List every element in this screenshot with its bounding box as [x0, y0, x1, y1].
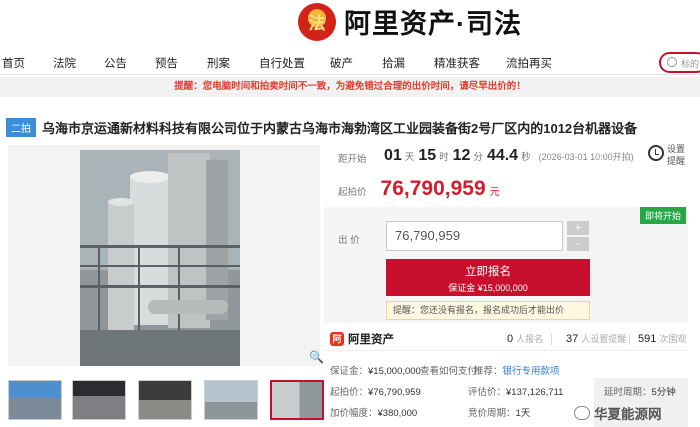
lot-title-row: 二拍 乌海市京运通新材料科技有限公司位于内蒙古乌海市海勃湾区工业园装备街2号厂区… — [6, 117, 666, 137]
search-icon — [667, 57, 677, 67]
nav-item-bargain[interactable]: 拾漏 — [382, 55, 405, 71]
bid-cycle-info: 竞价周期：1天 — [468, 408, 531, 419]
nav-item-home[interactable]: 首页 — [2, 55, 25, 71]
increase-bid-button[interactable]: + — [567, 221, 589, 235]
thumbnail-3[interactable] — [138, 380, 192, 420]
bid-stepper: + - — [567, 221, 589, 251]
auction-info-panel: 距开始 01 天 15 时 12 分 44.4 秒 (2026-03-01 10… — [324, 143, 688, 427]
register-now-label: 立即报名 — [465, 266, 511, 278]
main-nav: 首页 法院 公告 预告 刑案 自行处置 破产 拾漏 精准获客 流拍再买 — [0, 49, 700, 75]
set-reminder-button[interactable]: 设置提醒 — [646, 143, 686, 177]
countdown-row: 距开始 01 天 15 时 12 分 44.4 秒 (2026-03-01 10… — [324, 143, 688, 173]
countdown-timer: 01 天 15 时 12 分 44.4 秒 (2026-03-01 10:00开… — [384, 147, 634, 165]
ali-asset-logo-icon: 阿 — [330, 332, 344, 346]
search-box[interactable]: 标的 — [659, 52, 700, 73]
how-to-pay-link[interactable]: 查看如何支付 — [420, 363, 477, 377]
status-badge: 即将开始 — [639, 207, 686, 224]
delay-period-info: 延时周期：5分钟 — [604, 387, 676, 398]
watermark-text: 华夏能源网 — [594, 407, 662, 422]
start-price-info: 起拍价：¥76,790,959 — [330, 387, 421, 398]
divider — [629, 333, 630, 345]
court-emblem-icon: 法 — [298, 2, 336, 41]
lot-title: 乌海市京运通新材料科技有限公司位于内蒙古乌海市海勃湾区工业园装备街2号厂区内的1… — [42, 120, 638, 136]
bid-label: 出 价 — [338, 235, 360, 246]
countdown-hours-unit: 时 — [439, 152, 449, 163]
thumbnail-strip — [8, 380, 328, 422]
countdown-days: 01 — [384, 147, 402, 164]
factory-photo-image — [80, 150, 240, 366]
bid-amount-input[interactable]: 76,790,959 — [386, 221, 563, 251]
top-header: 法 阿里资产·司法 — [0, 0, 700, 46]
nav-item-relist[interactable]: 流拍再买 — [506, 55, 552, 71]
start-price-row: 起拍价 76,790,959 元 — [338, 177, 500, 201]
thumbnail-4[interactable] — [204, 380, 258, 420]
auction-start-time: (2026-03-01 10:00开拍) — [538, 152, 634, 162]
start-price-unit: 元 — [489, 187, 500, 198]
deposit-info: 保证金：¥15,000,000 — [330, 366, 421, 377]
countdown-seconds-unit: 秒 — [521, 152, 531, 163]
search-placeholder: 标的 — [681, 59, 700, 69]
countdown-label: 距开始 — [338, 154, 367, 165]
nav-item-precise-leads[interactable]: 精准获客 — [434, 55, 480, 71]
countdown-seconds: 44.4 — [486, 147, 519, 164]
recommend-info: 推荐：银行专用款项 — [474, 366, 560, 377]
zoom-icon[interactable]: 🔍 — [309, 350, 324, 364]
signup-count: 0 人报名 — [507, 333, 544, 345]
main-lot-photo[interactable] — [8, 145, 320, 366]
start-price-label: 起拍价 — [338, 187, 367, 198]
thumbnail-1[interactable] — [8, 380, 62, 420]
platform-name: 阿里资产 — [348, 334, 394, 346]
appraisal-price-info: 评估价：¥137,126,711 — [468, 387, 564, 398]
start-price-value: 76,790,959 — [380, 177, 486, 200]
bid-box: 即将开始 出 价 76,790,959 + - 立即报名 保证金 ¥15,000… — [324, 207, 688, 323]
thumbnail-2[interactable] — [72, 380, 126, 420]
time-warning-notice: 提醒：您电脑时间和拍卖时间不一致，为避免错过合理的出价时间，请尽早出价的！ — [0, 77, 700, 97]
countdown-days-unit: 天 — [404, 152, 415, 163]
nav-item-criminal[interactable]: 刑案 — [207, 55, 230, 71]
countdown-minutes-unit: 分 — [473, 152, 483, 163]
register-now-button[interactable]: 立即报名 保证金 ¥15,000,000 — [386, 259, 590, 296]
auction-round-badge: 二拍 — [6, 117, 36, 137]
nav-item-self-disposal[interactable]: 自行处置 — [259, 55, 305, 71]
stats-row: 阿 阿里资产 0 人报名 37 人设置提醒 591 次围观 — [324, 329, 688, 351]
countdown-minutes: 12 — [452, 147, 471, 164]
view-count: 591 次围观 — [638, 333, 687, 345]
nav-item-announcement[interactable]: 公告 — [104, 55, 127, 71]
bank-special-link[interactable]: 银行专用款项 — [503, 366, 560, 377]
site-logo[interactable]: 法 阿里资产·司法 — [298, 2, 522, 41]
increment-info: 加价幅度：¥380,000 — [330, 408, 418, 419]
set-reminder-label: 设置提醒 — [667, 144, 686, 166]
decrease-bid-button[interactable]: - — [567, 237, 589, 251]
reminder-count: 37 人设置提醒 — [566, 333, 627, 345]
thumbnail-5-selected[interactable] — [270, 380, 324, 420]
site-name: 阿里资产·司法 — [344, 9, 522, 39]
deposit-line: 保证金 ¥15,000,000 — [448, 283, 528, 293]
nav-item-bankruptcy[interactable]: 破产 — [330, 55, 353, 71]
register-tip: 提醒：您还没有报名，报名成功后才能出价 — [386, 301, 590, 320]
countdown-hours: 15 — [418, 147, 437, 164]
divider — [551, 333, 552, 345]
nav-item-preview[interactable]: 预告 — [155, 55, 178, 71]
alarm-clock-icon — [648, 145, 664, 161]
nav-item-court[interactable]: 法院 — [53, 55, 76, 71]
watermark: 华夏能源网 — [574, 403, 662, 423]
weibo-icon — [574, 406, 590, 420]
